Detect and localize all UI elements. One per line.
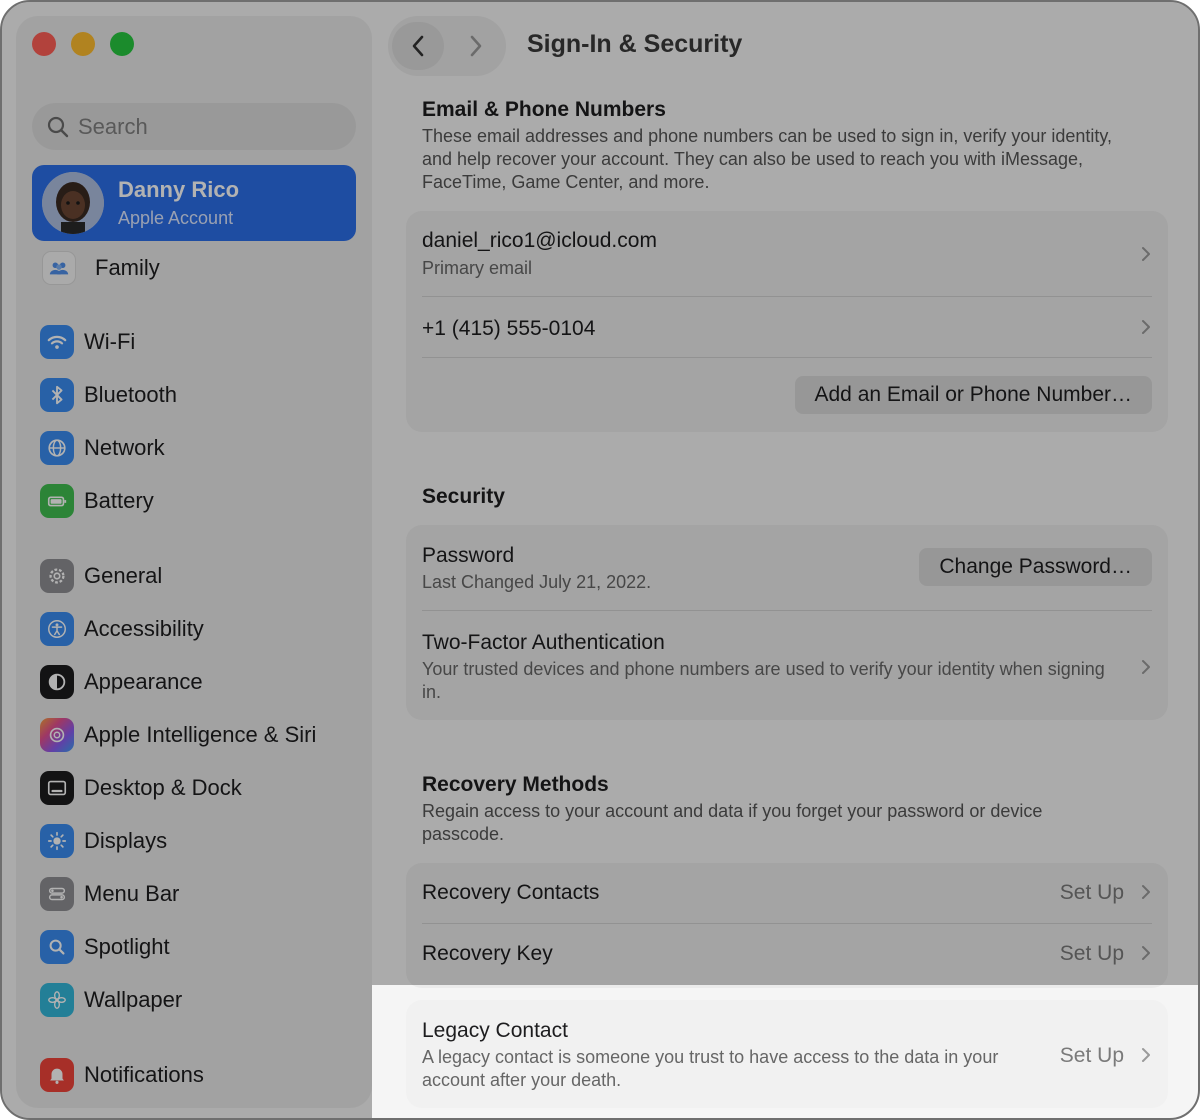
avatar: [42, 172, 104, 234]
battery-icon: [40, 484, 74, 518]
chevron-right-icon: [470, 35, 482, 57]
sidebar-item-bluetooth[interactable]: Bluetooth: [40, 375, 177, 415]
password-last-changed: Last Changed July 21, 2022.: [422, 572, 652, 592]
bell-icon: [40, 1058, 74, 1092]
sidebar-item-general[interactable]: General: [40, 556, 162, 596]
search-field[interactable]: [32, 103, 356, 150]
account-name: Danny Rico: [118, 177, 240, 202]
family-icon: [42, 251, 76, 285]
sidebar-item-network[interactable]: Network: [40, 428, 165, 468]
search-icon: [47, 116, 69, 137]
memoji-avatar-icon: [42, 172, 104, 234]
sidebar-item-label: Accessibility: [84, 616, 204, 641]
chevron-right-icon[interactable]: [1140, 245, 1152, 263]
recovery-section-title: Recovery Methods: [422, 773, 609, 796]
menu-bar-icon: [40, 877, 74, 911]
sidebar-item-label: General: [84, 563, 163, 588]
sidebar-item-notifications[interactable]: Notifications: [40, 1055, 204, 1095]
recovery-section-description: Regain access to your account and data i…: [422, 801, 1043, 844]
wifi-icon: [40, 325, 74, 359]
sidebar-item-label: Bluetooth: [84, 382, 177, 407]
appearance-icon: [40, 665, 74, 699]
flower-icon: [40, 983, 74, 1017]
sidebar-item-label: Notifications: [84, 1062, 204, 1087]
phone-number-value[interactable]: +1 (415) 555-0104: [422, 317, 595, 341]
siri-icon: [40, 718, 74, 752]
account-subtitle: Apple Account: [118, 208, 234, 228]
sidebar-item-label: Wallpaper: [84, 987, 183, 1012]
sidebar-item-label: Apple Intelligence & Siri: [84, 722, 317, 747]
legacy-contact-setup[interactable]: Set Up: [1060, 1044, 1124, 1068]
sidebar-item-displays[interactable]: Displays: [40, 821, 167, 861]
navigation-buttons: [388, 16, 506, 76]
recovery-contacts-title[interactable]: Recovery Contacts: [422, 881, 599, 905]
change-password-button[interactable]: Change Password…: [919, 548, 1152, 586]
forward-button[interactable]: [450, 22, 502, 70]
legacy-contact-description: A legacy contact is someone you trust to…: [422, 1047, 999, 1090]
legacy-contact-card[interactable]: Legacy Contact A legacy contact is someo…: [406, 1000, 1168, 1108]
sidebar-item-label: Spotlight: [84, 934, 170, 959]
email-section-title: Email & Phone Numbers: [422, 98, 666, 121]
gear-icon: [40, 559, 74, 593]
chevron-right-icon[interactable]: [1140, 658, 1152, 676]
bluetooth-icon: [40, 378, 74, 412]
sidebar-item-label: Appearance: [84, 669, 203, 694]
sidebar-item-appearance[interactable]: Appearance: [40, 662, 203, 702]
sidebar-item-family[interactable]: Family: [42, 248, 160, 288]
chevron-right-icon[interactable]: [1140, 318, 1152, 336]
zoom-window-button[interactable]: [110, 32, 134, 56]
sidebar-item-label: Battery: [84, 488, 154, 513]
dock-icon: [40, 771, 74, 805]
chevron-left-icon: [412, 35, 424, 57]
sidebar-item-accessibility[interactable]: Accessibility: [40, 609, 204, 649]
sidebar-item-battery[interactable]: Battery: [40, 481, 154, 521]
security-card: Password Last Changed July 21, 2022. Cha…: [406, 525, 1168, 720]
primary-email-value[interactable]: daniel_rico1@icloud.com: [422, 229, 657, 253]
close-window-button[interactable]: [32, 32, 56, 56]
sidebar-item-label: Network: [84, 435, 165, 460]
primary-email-label: Primary email: [422, 258, 533, 278]
chevron-right-icon[interactable]: [1140, 944, 1152, 962]
email-section-description: These email addresses and phone numbers …: [422, 126, 1113, 192]
password-title: Password: [422, 544, 515, 567]
sidebar-item-spotlight[interactable]: Spotlight: [40, 927, 170, 967]
sidebar-item-label: Desktop & Dock: [84, 775, 242, 800]
minimize-window-button[interactable]: [71, 32, 95, 56]
magnifier-icon: [40, 930, 74, 964]
legacy-contact-title: Legacy Contact: [422, 1019, 568, 1042]
sidebar-item-label: Family: [95, 255, 160, 280]
sidebar-item-wallpaper[interactable]: Wallpaper: [40, 980, 182, 1020]
network-globe-icon: [40, 431, 74, 465]
back-button[interactable]: [392, 22, 444, 70]
sidebar-item-desktop-dock[interactable]: Desktop & Dock: [40, 768, 242, 808]
recovery-key-title[interactable]: Recovery Key: [422, 942, 553, 966]
recovery-contacts-setup[interactable]: Set Up: [1060, 881, 1124, 905]
sidebar-item-label: Menu Bar: [84, 881, 180, 906]
two-factor-title[interactable]: Two-Factor Authentication: [422, 631, 665, 655]
accessibility-icon: [40, 612, 74, 646]
page-title: Sign-In & Security: [527, 30, 743, 58]
apple-account-item[interactable]: Danny Rico Apple Account: [32, 165, 356, 241]
chevron-right-icon[interactable]: [1140, 1046, 1152, 1064]
security-section-title: Security: [422, 485, 505, 508]
recovery-key-setup[interactable]: Set Up: [1060, 942, 1124, 966]
sidebar-item-label: Displays: [84, 828, 168, 853]
sidebar-item-label: Wi-Fi: [84, 329, 136, 354]
sidebar-item-wifi[interactable]: Wi-Fi: [40, 322, 135, 362]
search-input[interactable]: [78, 113, 338, 140]
sidebar-item-menu-bar[interactable]: Menu Bar: [40, 874, 179, 914]
add-email-phone-button[interactable]: Add an Email or Phone Number…: [794, 376, 1152, 414]
sidebar-item-apple-intelligence-siri[interactable]: Apple Intelligence & Siri: [40, 715, 316, 755]
sun-icon: [40, 824, 74, 858]
chevron-right-icon[interactable]: [1140, 883, 1152, 901]
two-factor-description: Your trusted devices and phone numbers a…: [422, 659, 1105, 702]
recovery-card: Recovery Contacts Set Up Recovery Key Se…: [406, 863, 1168, 988]
settings-window: Danny Rico Apple Account Family Wi-Fi Bl…: [0, 0, 1200, 1120]
email-phone-card: daniel_rico1@icloud.com Primary email +1…: [406, 211, 1168, 432]
